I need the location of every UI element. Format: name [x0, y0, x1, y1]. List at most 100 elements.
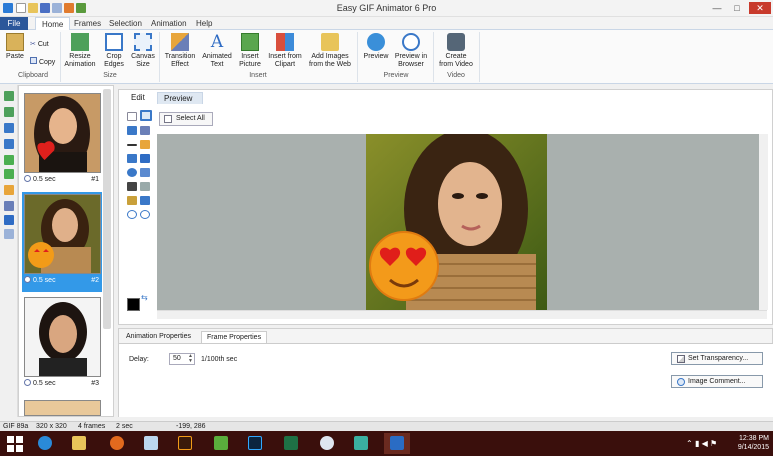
chevron-up-icon[interactable]: ⌃: [686, 439, 693, 448]
tab-animation-properties[interactable]: Animation Properties: [121, 331, 196, 343]
taskbar-photoshop[interactable]: [242, 433, 268, 454]
set-transparency-button[interactable]: Set Transparency...: [671, 352, 763, 365]
reverse-frames-icon[interactable]: [4, 185, 14, 195]
create-from-video-button[interactable]: Create from Video: [437, 33, 475, 69]
insert-frame-icon[interactable]: [4, 107, 14, 117]
ellipse-icon[interactable]: [127, 168, 137, 177]
rounded-rect-icon[interactable]: [140, 168, 150, 177]
foreground-color-swatch[interactable]: [127, 298, 140, 311]
taskbar-illustrator[interactable]: [172, 433, 198, 454]
maximize-button[interactable]: □: [728, 2, 746, 14]
status-bar: GIF 89a 320 x 320 4 frames 2 sec -199, 2…: [0, 421, 773, 431]
frame-item[interactable]: [22, 398, 102, 416]
spin-arrows-icon[interactable]: ▲ ▼: [188, 354, 193, 364]
resize-animation-button[interactable]: Resize Animation: [63, 33, 97, 69]
tab-help[interactable]: Help: [190, 17, 218, 30]
canvas-size-button[interactable]: Canvas Size: [130, 33, 156, 69]
tab-home[interactable]: Home: [35, 17, 71, 31]
delete-frame-icon[interactable]: [4, 229, 14, 239]
tab-selection[interactable]: Selection: [103, 17, 148, 30]
add-images-web-button[interactable]: Add Images from the Web: [307, 33, 353, 69]
frame-list-scrollbar[interactable]: [103, 89, 111, 329]
taskbar-app-green[interactable]: [208, 433, 234, 454]
clock-icon: [24, 175, 31, 182]
tray-icons[interactable]: ⌃ ▮ ◀ ⚑: [686, 439, 717, 448]
taskbar-app-teal[interactable]: [348, 433, 374, 454]
zoom-in-icon[interactable]: [127, 210, 137, 219]
taskbar-clock[interactable]: 12:38 PM 9/14/2015: [738, 434, 769, 452]
duplicate-frame-icon[interactable]: [4, 123, 14, 133]
tab-frame-properties[interactable]: Frame Properties: [201, 331, 268, 343]
taskbar-easy-gif-animator[interactable]: [384, 433, 410, 454]
picture-plus-icon: [241, 33, 259, 51]
rectangle-icon[interactable]: [127, 154, 137, 163]
group-label-clipboard: Clipboard: [18, 72, 48, 79]
flag-icon[interactable]: ⚑: [710, 439, 717, 448]
taskbar-firefox[interactable]: [104, 433, 130, 454]
paste-button[interactable]: Paste: [4, 33, 26, 61]
effect-icon[interactable]: [4, 201, 14, 211]
preview-button[interactable]: Preview: [362, 33, 390, 61]
zoom-out-icon[interactable]: [140, 210, 150, 219]
tab-preview[interactable]: Preview: [157, 92, 203, 104]
taskbar-excel[interactable]: [278, 433, 304, 454]
minimize-button[interactable]: —: [708, 2, 726, 14]
close-button[interactable]: ✕: [749, 2, 771, 14]
spray-icon[interactable]: [140, 196, 150, 205]
select-all-checkbox[interactable]: [164, 115, 172, 123]
line-icon[interactable]: [127, 144, 137, 146]
move-up-icon[interactable]: [4, 155, 14, 165]
ribbon: Paste ✂ Cut Copy Clipboard Resize Animati…: [0, 30, 773, 84]
image-canvas[interactable]: [157, 134, 767, 310]
start-button[interactable]: [2, 433, 28, 454]
image-comment-button[interactable]: Image Comment...: [671, 375, 763, 388]
group-label-video: Video: [447, 72, 465, 79]
add-frame-icon[interactable]: [4, 91, 14, 101]
animated-text-button[interactable]: A Animated Text: [202, 33, 232, 69]
brush-icon[interactable]: [140, 182, 150, 191]
eraser-icon[interactable]: [140, 126, 150, 135]
tab-animation[interactable]: Animation: [145, 17, 193, 30]
select-rect-icon[interactable]: [140, 110, 152, 121]
delay-input[interactable]: 50 ▲ ▼: [169, 353, 195, 365]
ribbon-tabs: File Home Frames Selection Animation Hel…: [0, 17, 773, 31]
tab-edit[interactable]: Edit: [125, 92, 151, 104]
frame-thumbnail: [24, 194, 101, 274]
cut-button[interactable]: ✂ Cut: [30, 40, 49, 48]
insert-clipart-button[interactable]: Insert from Clipart: [267, 33, 303, 69]
swap-colors-icon[interactable]: ⇆: [141, 294, 149, 302]
volume-icon[interactable]: ◀: [702, 439, 708, 448]
taskbar-explorer[interactable]: [66, 433, 92, 454]
eyedropper-icon[interactable]: [127, 182, 137, 191]
taskbar-calculator[interactable]: [138, 433, 164, 454]
frame-list: 0.5 sec #1 0.5 sec #2 0.5 sec #3: [18, 85, 114, 417]
text-icon[interactable]: [4, 215, 14, 225]
tab-file[interactable]: File: [0, 17, 28, 30]
pointer-icon[interactable]: [127, 112, 137, 121]
text-tool-icon[interactable]: [127, 196, 137, 205]
frame-item[interactable]: 0.5 sec #2: [22, 192, 102, 292]
network-icon[interactable]: ▮: [695, 439, 699, 448]
canvas-vertical-scrollbar[interactable]: [759, 134, 768, 310]
frame-item[interactable]: 0.5 sec #1: [22, 91, 102, 191]
move-down-icon[interactable]: [4, 169, 14, 179]
canvas-horizontal-scrollbar[interactable]: [157, 310, 767, 319]
color-picker[interactable]: ⇆: [127, 294, 149, 314]
magic-wand-icon: [171, 33, 189, 51]
frame-properties-icon[interactable]: [4, 139, 14, 149]
tab-frames[interactable]: Frames: [68, 17, 107, 30]
insert-picture-button[interactable]: Insert Picture: [236, 33, 264, 69]
filled-rectangle-icon[interactable]: [140, 154, 150, 163]
preview-in-browser-button[interactable]: Preview in Browser: [393, 33, 429, 69]
folder-web-icon: [321, 33, 339, 51]
taskbar-media[interactable]: [314, 433, 340, 454]
frame-item[interactable]: 0.5 sec #3: [22, 295, 102, 395]
fill-icon[interactable]: [127, 126, 137, 135]
copy-button[interactable]: Copy: [30, 57, 55, 66]
group-separator: [433, 32, 434, 82]
crop-edges-button[interactable]: Crop Edges: [101, 33, 127, 69]
pencil-icon[interactable]: [140, 140, 150, 149]
select-all-button[interactable]: Select All: [159, 112, 213, 126]
taskbar-ie[interactable]: [32, 433, 58, 454]
transition-effect-button[interactable]: Transition Effect: [163, 33, 197, 69]
